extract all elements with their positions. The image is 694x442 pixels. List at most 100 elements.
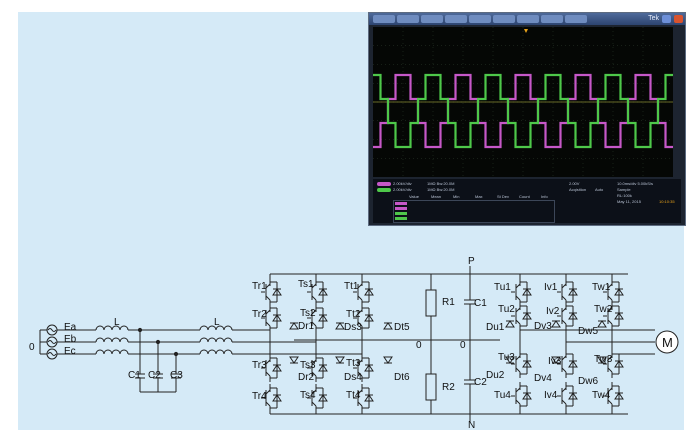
date: May 11, 2015 [617, 199, 641, 204]
label-iv4: Iv4 [544, 390, 558, 401]
figure: Tek 2.00kV/div 1MΩ Bw:20.0M 2.00kV/div 1… [0, 0, 694, 442]
scope-brand: Tek [648, 15, 659, 22]
label-tt3: Tt3 [346, 358, 361, 369]
label-tr1: Tr1 [252, 281, 267, 292]
label-dv4: Dv4 [534, 373, 552, 384]
record-length: RL:100k [617, 193, 632, 198]
ch2-indicator[interactable] [377, 188, 391, 192]
scope-tab[interactable] [421, 15, 443, 23]
label-ec: Ec [64, 346, 76, 357]
acquisition-label: Acqisition [569, 187, 587, 192]
ch1-indicator[interactable] [377, 182, 391, 186]
scope-screen [373, 27, 673, 177]
label-du1: Du1 [486, 322, 505, 333]
label-dc-cap-upper: C1 [474, 298, 487, 309]
ch1-bandwidth: 1MΩ Bw:20.0M [427, 181, 455, 186]
label-tt2: Tt2 [346, 309, 361, 320]
measurement-header: Info [541, 194, 548, 199]
measurement-header: Mean [431, 194, 442, 199]
label-iv1: Iv1 [544, 282, 558, 293]
label-neutral-left: 0 [416, 340, 422, 351]
label-dr2: Dr2 [298, 372, 315, 383]
ch2-bandwidth: 1MΩ Bw:20.0M [427, 187, 455, 192]
label-dr1: Dr1 [298, 321, 315, 332]
label-inductor-output: L [214, 317, 220, 328]
trigger-level: 2.00V [569, 181, 580, 186]
measurement-row-marker [395, 202, 407, 205]
label-ds4: Ds4 [344, 372, 362, 383]
scope-tab[interactable] [565, 15, 587, 23]
label-ds3: Ds3 [344, 322, 362, 333]
label-tu4: Tu4 [494, 390, 511, 401]
measurement-table [393, 200, 555, 223]
measurement-header: Min [453, 194, 460, 199]
label-tt4: Tt4 [346, 390, 361, 401]
ch1-scale: 2.00kV/div [393, 181, 412, 186]
label-tt1: Tt1 [344, 281, 359, 292]
label-tr3: Tr3 [252, 360, 267, 371]
label-dw5: Dw5 [578, 326, 599, 337]
measurement-row-marker [395, 212, 407, 215]
label-ground-left: 0 [29, 342, 35, 353]
junction [155, 339, 161, 345]
scope-status-panel: 2.00kV/div 1MΩ Bw:20.0M 2.00kV/div 1MΩ B… [373, 179, 681, 223]
trigger-marker [524, 29, 528, 33]
oscilloscope-screenshot: Tek 2.00kV/div 1MΩ Bw:20.0M 2.00kV/div 1… [368, 12, 686, 226]
label-negative-bus: N [468, 420, 476, 431]
label-dc-cap-lower: C2 [474, 377, 487, 388]
measurement-row-marker [395, 217, 407, 220]
junction [137, 327, 143, 333]
scope-toolbar: Tek [369, 13, 685, 25]
label-r1: R1 [442, 297, 455, 308]
label-tw2: Tw2 [594, 304, 613, 315]
scope-tab[interactable] [373, 15, 395, 23]
measurement-header: Max [475, 194, 483, 199]
label-ts2: Ts2 [300, 308, 316, 319]
label-dw6: Dw6 [578, 376, 599, 387]
label-tr4: Tr4 [252, 391, 267, 402]
acquisition-mode: Auto [595, 187, 604, 192]
label-dt5: Dt5 [394, 322, 410, 333]
label-ts1: Ts1 [298, 279, 314, 290]
label-tw3: Tw3 [594, 354, 613, 365]
label-r2: R2 [442, 382, 455, 393]
label-c1: C1 [128, 370, 141, 381]
measurement-header: Value [409, 194, 419, 199]
scope-tab[interactable] [493, 15, 515, 23]
time: 10:10:35 [659, 199, 675, 204]
ch2-scale: 2.00kV/div [393, 187, 412, 192]
label-tu2: Tu2 [498, 304, 515, 315]
label-neutral-right: 0 [460, 340, 466, 351]
label-tw1: Tw1 [592, 282, 611, 293]
label-iv3: Iv3 [548, 356, 562, 367]
label-positive-bus: P [468, 256, 475, 267]
label-ts4: Ts4 [300, 390, 316, 401]
measurement-header: Count [519, 194, 530, 199]
label-motor: M [662, 335, 673, 350]
label-ea: Ea [64, 322, 77, 333]
label-dv3: Dv3 [534, 321, 552, 332]
label-c2: C2 [148, 370, 161, 381]
minimize-button[interactable] [662, 15, 671, 23]
label-ts3: Ts3 [300, 360, 316, 371]
label-tw4: Tw4 [592, 390, 611, 401]
label-tu1: Tu1 [494, 282, 511, 293]
close-button[interactable] [674, 15, 683, 23]
label-c3: C3 [170, 370, 183, 381]
label-inductor-input: L [114, 317, 120, 328]
scope-tab[interactable] [469, 15, 491, 23]
measurement-table-header: Value Mean Min Max St Dev Count Info [393, 194, 553, 199]
scope-tab[interactable] [445, 15, 467, 23]
record-mode: Sample [617, 187, 631, 192]
scope-tab[interactable] [541, 15, 563, 23]
timebase: 10.0ms/div 5.00kS/s [617, 181, 654, 186]
measurement-row-marker [395, 207, 407, 210]
label-iv2: Iv2 [546, 306, 560, 317]
label-dt6: Dt6 [394, 372, 410, 383]
scope-tab[interactable] [397, 15, 419, 23]
scope-tab[interactable] [517, 15, 539, 23]
label-du2: Du2 [486, 370, 505, 381]
measurement-header: St Dev [497, 194, 510, 199]
label-eb: Eb [64, 334, 77, 345]
label-tu3: Tu3 [498, 352, 515, 363]
